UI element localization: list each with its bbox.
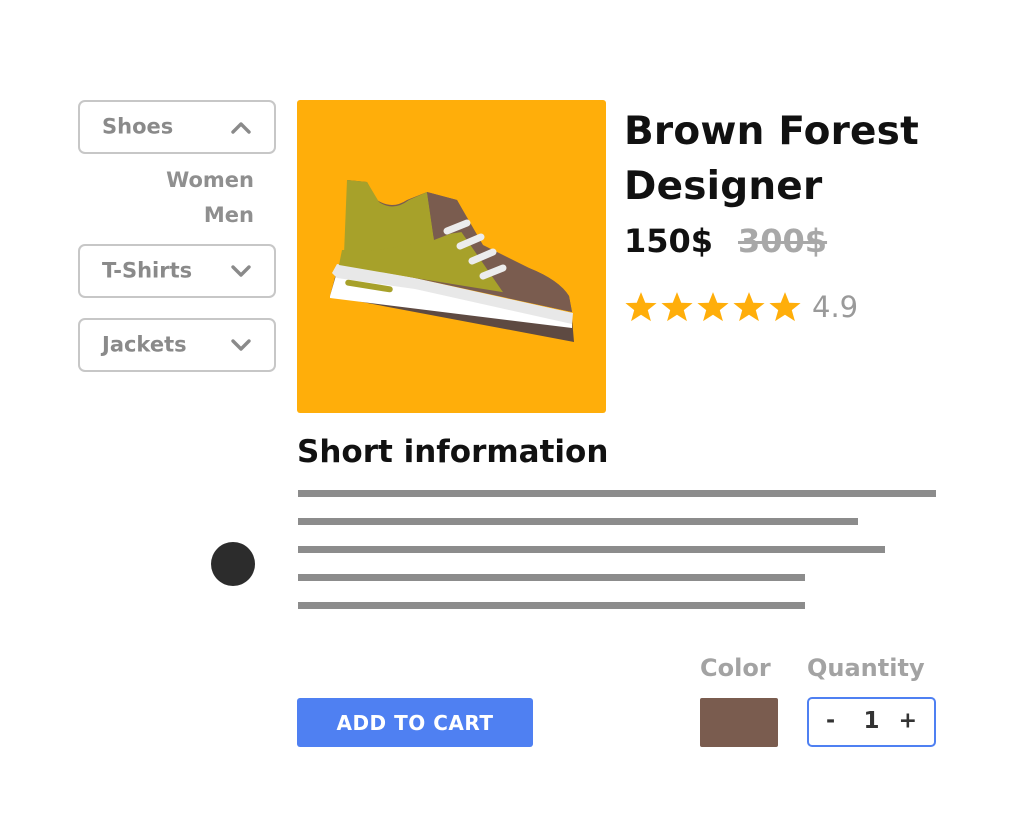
- text-placeholder-line: [298, 490, 936, 497]
- quantity-stepper[interactable]: - 1 +: [807, 697, 936, 747]
- star-icon: [733, 292, 765, 322]
- category-label-jackets: Jackets: [102, 332, 187, 357]
- text-placeholder-line: [298, 546, 885, 553]
- subcategory-men[interactable]: Men: [204, 203, 254, 227]
- product-price: 150$: [624, 222, 714, 260]
- chevron-down-icon: [231, 265, 251, 277]
- star-icon: [625, 292, 657, 322]
- category-dropdown-shoes[interactable]: Shoes: [78, 100, 276, 154]
- text-placeholder-line: [298, 574, 805, 581]
- category-label-shoes: Shoes: [102, 114, 174, 139]
- subcategory-women[interactable]: Women: [166, 168, 254, 192]
- product-old-price: 300$: [738, 222, 828, 260]
- text-placeholder-line: [298, 602, 805, 609]
- sneaker-icon: [330, 180, 574, 342]
- quantity-value[interactable]: 1: [863, 708, 879, 734]
- cursor-dot: [211, 542, 255, 586]
- color-label: Color: [700, 654, 771, 682]
- product-title-line-1: Brown Forest: [624, 109, 919, 154]
- text-placeholder-line: [298, 518, 858, 525]
- product-image: [297, 100, 606, 413]
- category-dropdown-tshirts[interactable]: T-Shirts: [78, 244, 276, 298]
- star-icon: [697, 292, 729, 322]
- color-swatch-brown[interactable]: [700, 698, 778, 747]
- product-title: Brown Forest Designer: [624, 104, 1004, 214]
- chevron-down-icon: [231, 339, 251, 351]
- quantity-label: Quantity: [807, 654, 925, 682]
- star-icon: [769, 292, 801, 322]
- chevron-up-icon: [231, 122, 251, 134]
- rating-stars: [624, 290, 802, 326]
- category-dropdown-jackets[interactable]: Jackets: [78, 318, 276, 372]
- product-title-line-2: Designer: [624, 164, 823, 209]
- quantity-decrease-button[interactable]: -: [826, 709, 835, 734]
- rating-value: 4.9: [812, 290, 859, 324]
- quantity-increase-button[interactable]: +: [899, 709, 917, 734]
- star-icon: [661, 292, 693, 322]
- category-label-tshirts: T-Shirts: [102, 258, 193, 283]
- product-page: Shoes Women Men T-Shirts Jackets Brown F…: [0, 0, 1024, 820]
- add-to-cart-button[interactable]: ADD TO CART: [297, 698, 533, 747]
- short-information-heading: Short information: [297, 434, 609, 470]
